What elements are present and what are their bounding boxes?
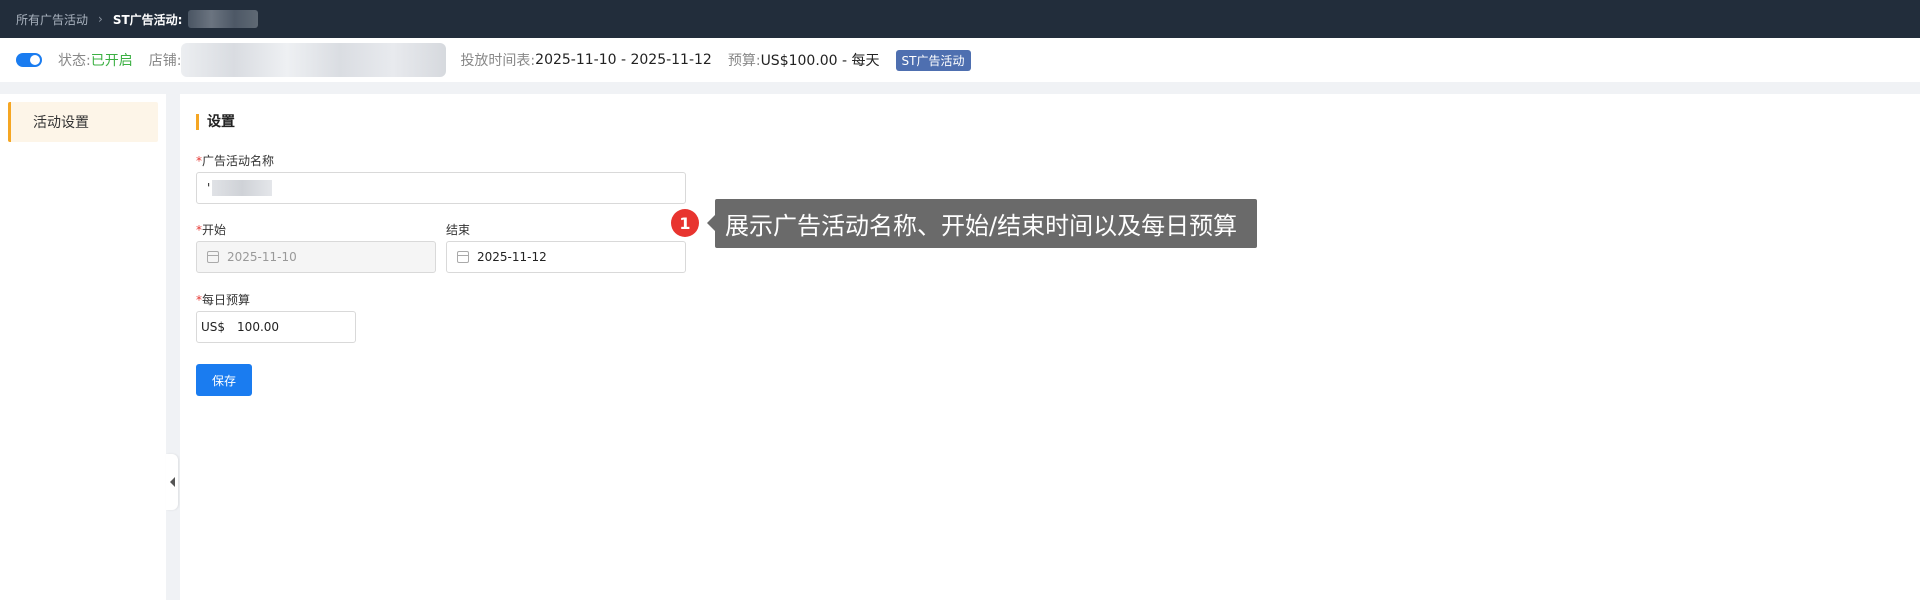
campaign-info-bar: 状态: 已开启 店铺: 投放时间表: 2025-11-10 - 2025-11-… [0,38,1920,82]
sidebar: 活动设置 [0,94,166,600]
sidebar-collapse-handle[interactable] [166,454,178,510]
status-label: 状态: [58,53,91,69]
campaign-name-value-redacted [212,180,273,196]
status-toggle[interactable] [16,53,42,67]
settings-panel: 设置 *广告活动名称 ' *开始 2025-11-10 结束 2025-11-1… [180,94,1920,600]
caret-left-icon [169,477,175,487]
callout-tooltip: 展示广告活动名称、开始/结束时间以及每日预算 [707,199,1257,248]
schedule-value: 2025-11-10 - 2025-11-12 [535,52,712,68]
calendar-icon [457,251,469,263]
daily-budget-label: *每日预算 [196,293,251,307]
end-date-picker[interactable]: 2025-11-12 [446,241,686,273]
section-title: 设置 [196,114,235,130]
callout-number-badge: 1 [671,209,699,237]
top-breadcrumb-bar: 所有广告活动 › ST广告活动: [0,0,1920,38]
budget-value: US$100.00 - 每天 [760,53,880,69]
schedule-label: 投放时间表: [460,53,536,69]
campaign-name-input[interactable]: ' [196,172,686,204]
start-date-label: *开始 [196,223,227,237]
campaign-type-badge: ST广告活动 [895,49,971,71]
daily-budget-value: 100.00 [237,320,280,334]
sidebar-item-label: 活动设置 [33,115,89,131]
daily-budget-input[interactable]: US$ 100.00 [196,311,356,343]
status-value: 已开启 [90,53,133,69]
calendar-icon [207,251,219,263]
sidebar-item-campaign-settings[interactable]: 活动设置 [8,102,158,142]
breadcrumb-all-campaigns[interactable]: 所有广告活动 [16,11,88,28]
store-label: 店铺: [148,53,182,69]
campaign-name-redacted [188,10,259,28]
campaign-name-label: *广告活动名称 [196,154,275,168]
chevron-right-icon: › [98,12,103,26]
breadcrumb-current: ST广告活动: [112,12,183,27]
store-name-redacted [181,43,447,77]
end-date-label: 结束 [446,223,471,237]
start-date-picker: 2025-11-10 [196,241,436,273]
save-button[interactable]: 保存 [196,364,252,396]
budget-label: 预算: [727,53,761,69]
currency-prefix: US$ [201,320,226,334]
